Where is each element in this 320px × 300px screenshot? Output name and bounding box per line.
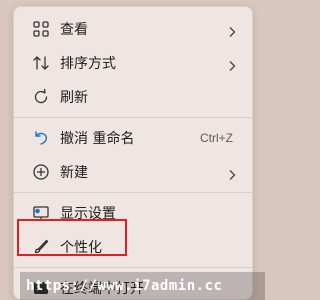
watermark: https://www.i7admin.cc bbox=[20, 272, 265, 300]
menu-item-label: 查看 bbox=[60, 22, 88, 38]
menu-item-view[interactable]: 查看 bbox=[17, 12, 249, 46]
context-menu: 查看 排序方式 刷新 撤消 重命名 Ctrl+Z 新建 显示设置 个性化 在终端… bbox=[13, 6, 253, 300]
chevron-right-icon bbox=[227, 166, 237, 180]
menu-item-new[interactable]: 新建 bbox=[17, 155, 249, 189]
new-icon bbox=[32, 163, 50, 181]
menu-item-refresh[interactable]: 刷新 bbox=[17, 80, 249, 114]
shortcut-hint: Ctrl+Z bbox=[200, 131, 233, 145]
menu-item-display-settings[interactable]: 显示设置 bbox=[17, 196, 249, 230]
menu-item-label: 显示设置 bbox=[60, 206, 116, 222]
menu-item-label: 撤消 重命名 bbox=[60, 131, 135, 147]
chevron-right-icon bbox=[227, 57, 237, 71]
sort-icon bbox=[32, 54, 50, 72]
menu-item-sort[interactable]: 排序方式 bbox=[17, 46, 249, 80]
menu-separator bbox=[14, 267, 252, 268]
menu-separator bbox=[14, 192, 252, 193]
brush-icon bbox=[32, 238, 50, 256]
menu-item-undo-rename[interactable]: 撤消 重命名 Ctrl+Z bbox=[17, 121, 249, 155]
grid-icon bbox=[32, 20, 50, 38]
refresh-icon bbox=[32, 88, 50, 106]
menu-item-label: 排序方式 bbox=[60, 56, 116, 72]
undo-icon bbox=[32, 129, 50, 147]
menu-item-label: 新建 bbox=[60, 165, 88, 181]
menu-item-personalize[interactable]: 个性化 bbox=[17, 230, 249, 264]
chevron-right-icon bbox=[227, 23, 237, 37]
menu-item-label: 个性化 bbox=[60, 240, 102, 256]
menu-separator bbox=[14, 117, 252, 118]
display-icon bbox=[32, 204, 50, 222]
menu-item-label: 刷新 bbox=[60, 90, 88, 106]
